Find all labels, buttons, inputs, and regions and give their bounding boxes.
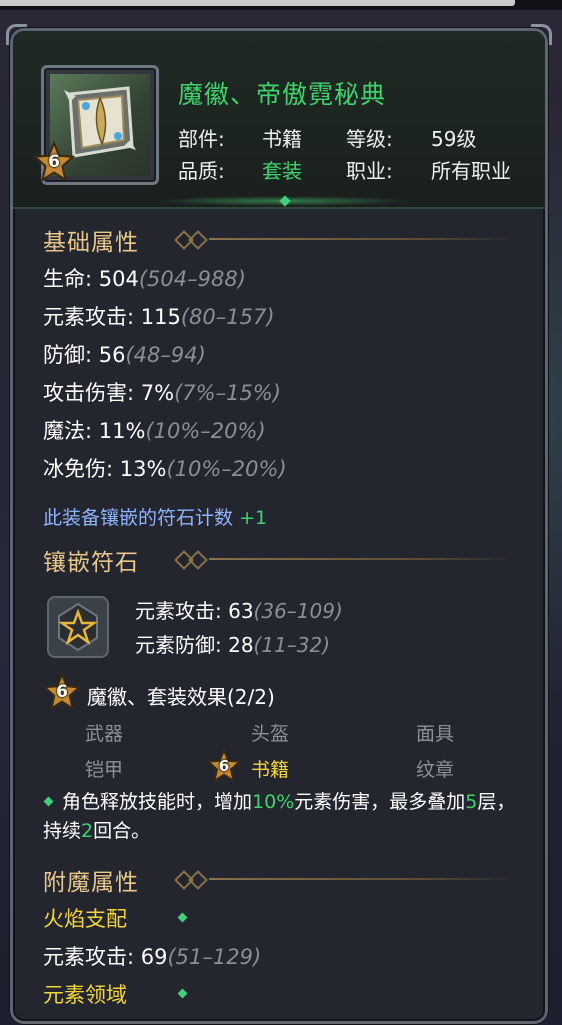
- item-name: 魔徽、帝傲霓秘典: [178, 80, 387, 109]
- item-header: 6 魔徽、帝傲霓秘典 部件: 书籍 等级: 59级 品质: 套装 职业: 所有职…: [13, 31, 545, 209]
- stat-range: (7%–15%): [174, 381, 281, 405]
- runes-title: 镶嵌符石: [43, 550, 139, 576]
- set-bonus-title: 魔徽、套装效果(2/2): [87, 685, 275, 709]
- divider-line: [209, 238, 513, 240]
- stat-range: (10%–20%): [145, 419, 266, 443]
- effect-highlight: 5: [465, 791, 478, 813]
- set-piece-mask: 面具: [416, 723, 455, 745]
- rune-count-plus: +1: [239, 507, 268, 529]
- stat-line: 攻击伤害: 7%(7%–15%): [43, 377, 281, 407]
- rune-stat-line: 元素攻击: 63(36–109): [135, 595, 343, 624]
- base-attributes-title: 基础属性: [43, 230, 139, 256]
- section-divider: [173, 870, 513, 890]
- class-value: 所有职业: [431, 159, 511, 183]
- enchant-diamond-icon: [177, 912, 188, 923]
- stat-value: 魔法: 11%: [43, 419, 146, 443]
- item-tooltip-panel: 6 魔徽、帝傲霓秘典 部件: 书籍 等级: 59级 品质: 套装 职业: 所有职…: [10, 28, 548, 1024]
- divider-diamond-icon: [188, 550, 208, 570]
- effect-highlight: 2: [81, 820, 94, 842]
- part-value: 书籍: [262, 127, 302, 151]
- rune-count-text: 此装备镶嵌的符石计数: [43, 507, 234, 529]
- enchant-title: 附魔属性: [43, 870, 139, 896]
- stat-value: 攻击伤害: 7%: [43, 381, 175, 405]
- stat-value: 防御: 56: [43, 343, 126, 367]
- set-piece-weapon: 武器: [85, 723, 124, 745]
- effect-highlight: 10%: [252, 791, 295, 813]
- book-star-number: 6: [218, 757, 230, 775]
- stat-value: 元素攻击: 115: [43, 305, 181, 329]
- enchant-stat-line: 元素攻击: 69(51–129): [43, 941, 261, 971]
- top-scroll-bar: [0, 0, 515, 6]
- stat-value: 冰免伤: 13%: [43, 457, 167, 481]
- rune-stat-range: (36–109): [253, 599, 343, 623]
- pentagram-rune-icon: [58, 602, 98, 652]
- set-piece-emblem: 纹章: [416, 759, 455, 781]
- enchant-stat-range: (51–129): [167, 945, 262, 969]
- stat-line: 魔法: 11%(10%–20%): [43, 415, 266, 445]
- stat-line: 元素攻击: 115(80–157): [43, 301, 275, 331]
- book-star-badge: 6: [206, 748, 242, 783]
- set-star-badge: 6: [42, 672, 82, 711]
- star-level-badge: 6: [32, 140, 76, 183]
- bullet-diamond-icon: [43, 796, 54, 807]
- stat-range: (48–94): [125, 343, 206, 367]
- set-piece-armor: 铠甲: [85, 759, 124, 781]
- panel-corner-ornament: [531, 24, 552, 45]
- section-divider: [173, 550, 513, 570]
- stat-range: (504–988): [138, 267, 246, 291]
- rune-stat-line: 元素防御: 28(11–32): [135, 629, 330, 658]
- divider-diamond-icon: [188, 230, 208, 250]
- effect-text: 回合。: [93, 820, 151, 842]
- stat-value: 生命: 504: [43, 267, 139, 291]
- divider-diamond-icon: [188, 870, 208, 890]
- set-star-number: 6: [56, 682, 68, 702]
- section-divider: [173, 230, 513, 250]
- divider-line: [209, 558, 513, 560]
- quality-label: 品质:: [178, 159, 225, 183]
- enchant-name: 元素领域: [43, 983, 127, 1007]
- quality-value: 套装: [262, 159, 302, 183]
- divider-line: [209, 878, 513, 880]
- stat-line: 生命: 504(504–988): [43, 263, 246, 293]
- level-label: 等级:: [346, 127, 393, 151]
- rune-stat-value: 元素防御: 28: [135, 633, 254, 657]
- enchant-diamond-icon: [177, 988, 188, 999]
- rune-stat-value: 元素攻击: 63: [135, 599, 254, 623]
- star-level-number: 6: [48, 152, 60, 172]
- effect-text: 角色释放技能时，增加: [62, 791, 253, 813]
- rune-count-note: 此装备镶嵌的符石计数 +1: [43, 503, 267, 530]
- level-value: 59级: [431, 127, 477, 151]
- stat-line: 冰免伤: 13%(10%–20%): [43, 453, 287, 483]
- set-effect-text: 角色释放技能时，增加10%元素伤害，最多叠加5层，持续2回合。: [43, 788, 523, 846]
- rune-stat-range: (11–32): [253, 633, 331, 657]
- set-piece-helmet: 头盔: [251, 723, 290, 745]
- stat-range: (10%–20%): [166, 457, 287, 481]
- stat-line: 防御: 56(48–94): [43, 339, 206, 369]
- stat-range: (80–157): [180, 305, 275, 329]
- part-label: 部件:: [178, 127, 225, 151]
- class-label: 职业:: [346, 159, 393, 183]
- enchant-stat-value: 元素攻击: 69: [43, 945, 168, 969]
- enchant-name: 火焰支配: [43, 907, 127, 931]
- set-piece-book: 书籍: [251, 759, 290, 781]
- panel-corner-ornament: [6, 24, 27, 45]
- effect-text: 元素伤害，最多叠加: [294, 791, 466, 813]
- rune-slot[interactable]: [47, 596, 109, 658]
